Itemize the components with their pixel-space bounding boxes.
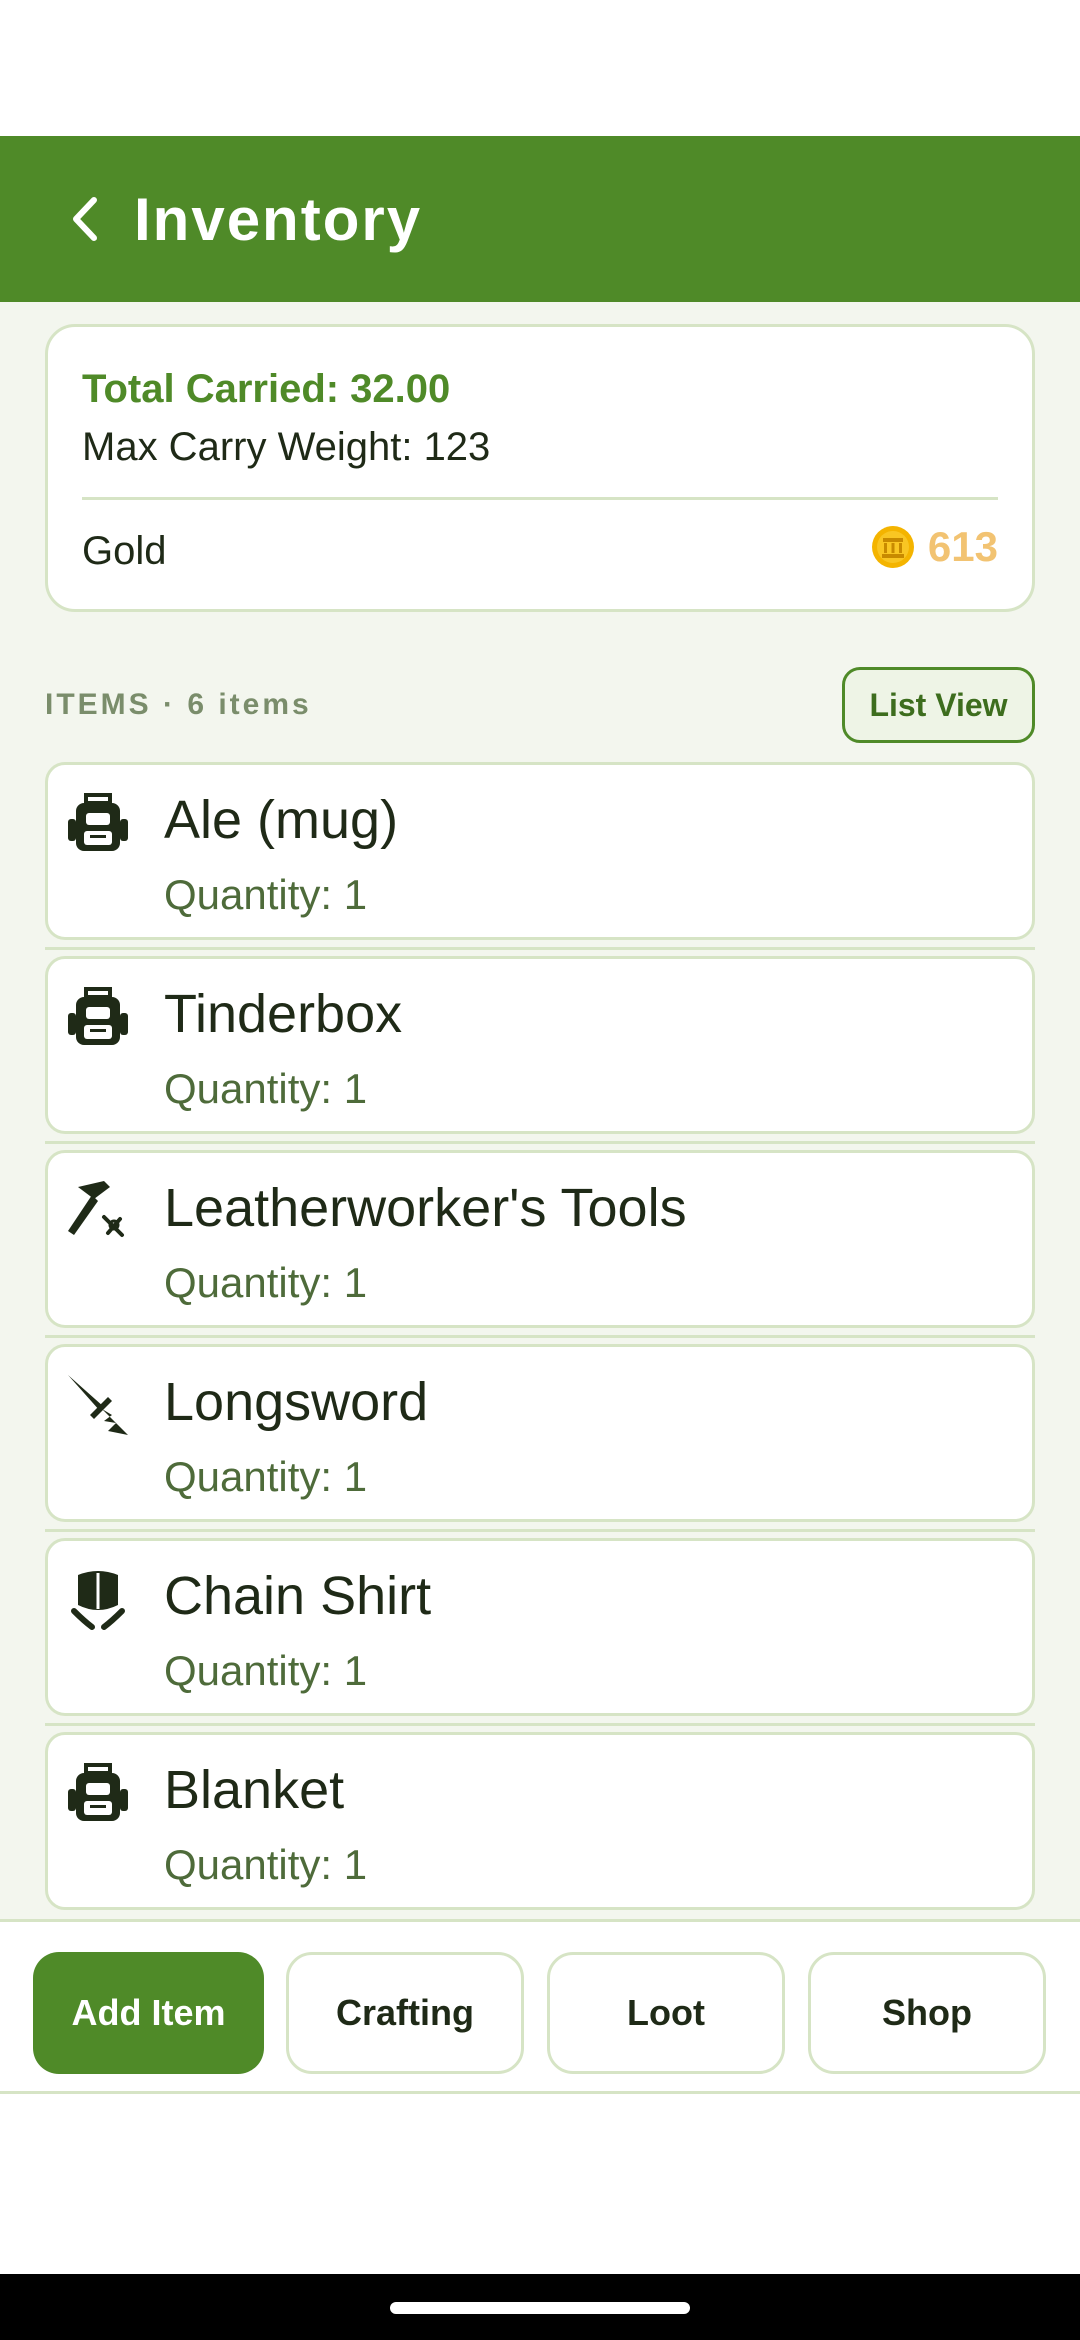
gold-label: Gold — [82, 529, 167, 573]
page-title: Inventory — [134, 185, 423, 253]
item-quantity: Quantity: 1 — [164, 1453, 368, 1500]
inventory-item-card[interactable]: Leatherworker's Tools Quantity: 1 — [45, 1150, 1035, 1328]
chevron-left-icon — [73, 197, 97, 241]
shop-button[interactable]: Shop — [808, 1952, 1046, 2074]
inventory-item-card[interactable]: Ale (mug) Quantity: 1 — [45, 762, 1035, 940]
item-name: Leatherworker's Tools — [164, 1178, 687, 1238]
add-item-button[interactable]: Add Item — [33, 1952, 264, 2074]
max-carry-weight-text: Max Carry Weight: 123 — [82, 425, 491, 469]
inventory-item-card[interactable]: Blanket Quantity: 1 — [45, 1732, 1035, 1910]
items-section-header: ITEMS · 6 items — [45, 688, 312, 721]
inventory-item-card[interactable]: Chain Shirt Quantity: 1 — [45, 1538, 1035, 1716]
item-divider — [45, 1335, 1035, 1338]
bottom-action-bar: Add Item Crafting Loot Shop — [0, 1919, 1080, 2094]
crafting-button[interactable]: Crafting — [286, 1952, 524, 2074]
inventory-content[interactable]: Total Carried: 32.00 Max Carry Weight: 1… — [0, 302, 1080, 1919]
coin-icon — [871, 526, 914, 568]
item-divider — [45, 1529, 1035, 1532]
total-carried-text: Total Carried: 32.00 — [82, 367, 451, 411]
chest-armor-icon — [71, 1571, 125, 1630]
gold-value: 613 — [870, 523, 998, 571]
list-view-button[interactable]: List View — [842, 667, 1035, 743]
item-quantity: Quantity: 1 — [164, 1841, 368, 1888]
item-quantity: Quantity: 1 — [164, 1647, 368, 1694]
summary-divider — [82, 497, 998, 500]
item-quantity: Quantity: 1 — [164, 871, 368, 918]
item-name: Ale (mug) — [164, 790, 399, 850]
loot-button[interactable]: Loot — [547, 1952, 785, 2074]
item-quantity: Quantity: 1 — [164, 1259, 368, 1306]
item-divider — [45, 1723, 1035, 1726]
status-bar — [0, 0, 1080, 136]
home-indicator[interactable] — [390, 2302, 690, 2314]
backpack-icon — [68, 987, 128, 1045]
hammer-icon — [68, 1181, 124, 1237]
weight-summary-card: Total Carried: 32.00 Max Carry Weight: 1… — [45, 324, 1035, 612]
back-button[interactable] — [50, 179, 120, 259]
item-name: Longsword — [164, 1372, 429, 1432]
gold-amount: 613 — [927, 523, 998, 570]
item-divider — [45, 1141, 1035, 1144]
inventory-item-card[interactable]: Tinderbox Quantity: 1 — [45, 956, 1035, 1134]
system-navigation-bar — [0, 2274, 1080, 2340]
backpack-icon — [68, 793, 128, 851]
backpack-icon — [68, 1763, 128, 1821]
sword-icon — [68, 1375, 128, 1435]
app-bar: Inventory — [0, 136, 1080, 302]
item-quantity: Quantity: 1 — [164, 1065, 368, 1112]
inventory-item-card[interactable]: Longsword Quantity: 1 — [45, 1344, 1035, 1522]
item-divider — [45, 947, 1035, 950]
item-name: Tinderbox — [164, 984, 403, 1044]
item-name: Blanket — [164, 1760, 345, 1820]
item-name: Chain Shirt — [164, 1566, 432, 1626]
